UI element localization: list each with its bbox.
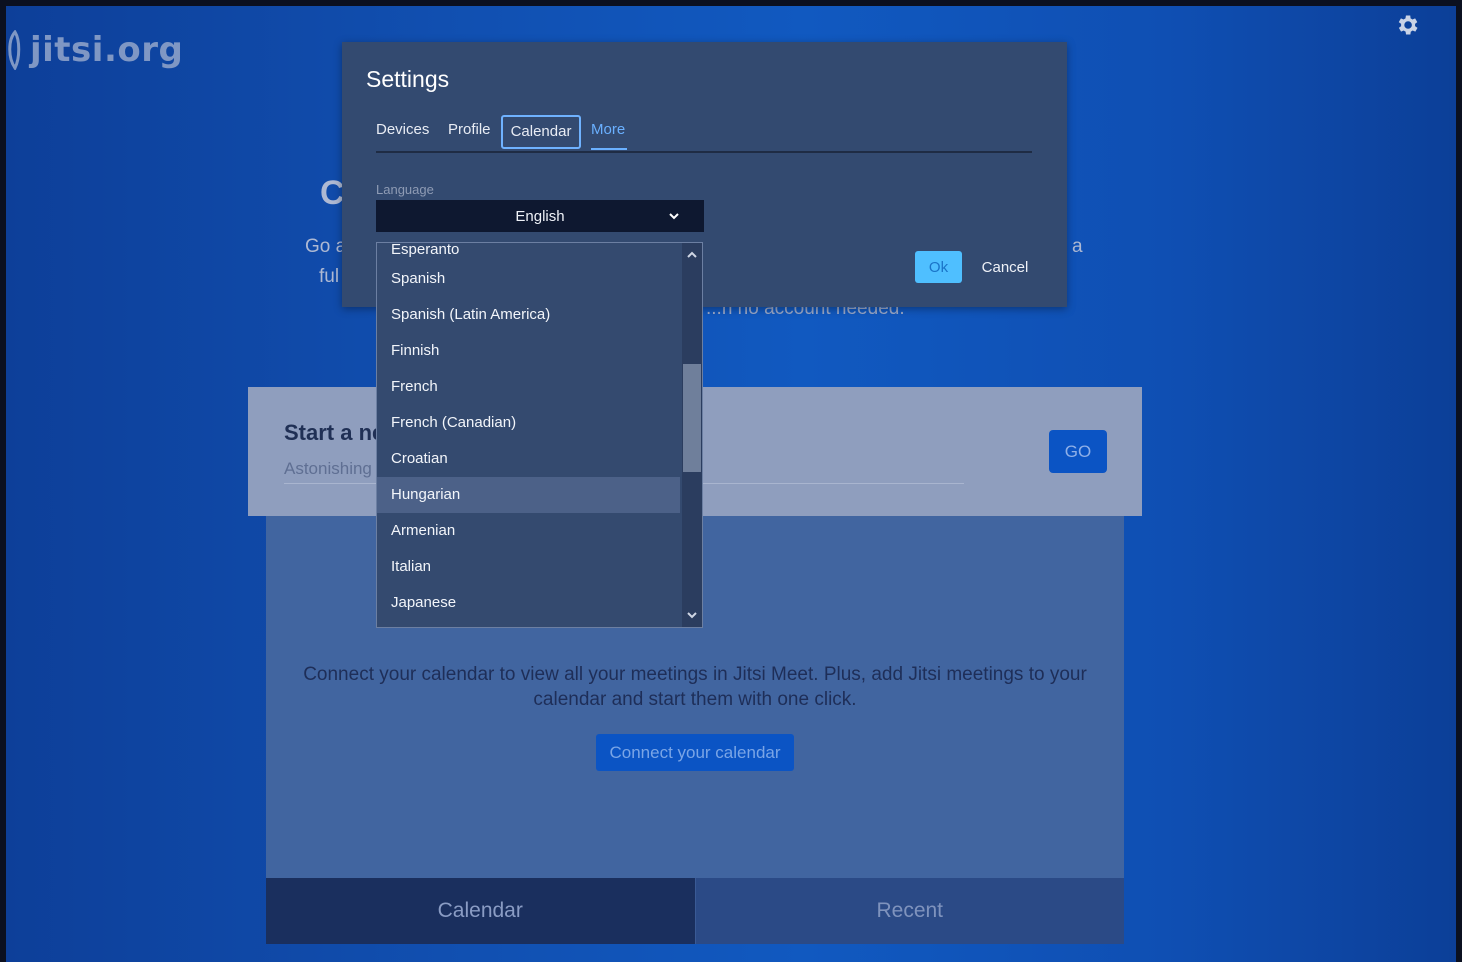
hero-subtitle-line1: Go a bbox=[305, 236, 347, 257]
settings-title: Settings bbox=[366, 66, 450, 92]
language-option-italian[interactable]: Italian bbox=[377, 549, 680, 585]
hero-title: C bbox=[320, 174, 345, 212]
jitsi-logo-icon bbox=[8, 30, 21, 70]
language-options: Esperanto Spanish Spanish (Latin America… bbox=[377, 243, 680, 621]
language-option-esperanto[interactable]: Esperanto bbox=[377, 243, 680, 261]
chevron-up-icon[interactable] bbox=[686, 249, 698, 261]
tab-settings-calendar[interactable]: Calendar bbox=[501, 115, 581, 149]
language-option-croatian[interactable]: Croatian bbox=[377, 441, 680, 477]
connect-calendar-button[interactable]: Connect your calendar bbox=[596, 734, 794, 771]
language-select-value: English bbox=[515, 207, 565, 225]
ok-button[interactable]: Ok bbox=[915, 251, 962, 283]
language-label: Language bbox=[376, 182, 434, 197]
language-option-spanish[interactable]: Spanish bbox=[377, 261, 680, 297]
app-window: jitsi.org C Go a ful a ...n no account n… bbox=[6, 6, 1456, 962]
dropdown-scrollbar[interactable] bbox=[682, 243, 702, 627]
tab-recent[interactable]: Recent bbox=[694, 878, 1124, 944]
logo-text: jitsi.org bbox=[30, 30, 184, 70]
calendar-description: Connect your calendar to view all your m… bbox=[303, 664, 1087, 710]
start-meeting-title: Start a ne bbox=[284, 420, 385, 445]
settings-tabs: Devices Profile Calendar More bbox=[376, 115, 1032, 153]
tab-profile[interactable]: Profile bbox=[448, 115, 496, 145]
language-option-french[interactable]: French bbox=[377, 369, 680, 405]
tab-devices[interactable]: Devices bbox=[376, 115, 436, 145]
language-select[interactable]: English bbox=[376, 200, 704, 232]
gear-icon[interactable] bbox=[1394, 12, 1420, 38]
bottom-tabs: Calendar Recent bbox=[266, 878, 1124, 944]
scrollbar-thumb[interactable] bbox=[683, 364, 701, 472]
language-option-french-canadian[interactable]: French (Canadian) bbox=[377, 405, 680, 441]
tab-more[interactable]: More bbox=[591, 115, 627, 150]
cancel-button[interactable]: Cancel bbox=[972, 251, 1038, 283]
language-option-japanese[interactable]: Japanese bbox=[377, 585, 680, 621]
go-button[interactable]: GO bbox=[1049, 430, 1107, 473]
language-dropdown-list[interactable]: Esperanto Spanish Spanish (Latin America… bbox=[376, 242, 703, 628]
hero-subtitle-line1-tail: a bbox=[1072, 236, 1083, 257]
language-option-spanish-latin-america[interactable]: Spanish (Latin America) bbox=[377, 297, 680, 333]
language-option-hungarian[interactable]: Hungarian bbox=[377, 477, 680, 513]
language-option-finnish[interactable]: Finnish bbox=[377, 333, 680, 369]
chevron-down-icon[interactable] bbox=[686, 609, 698, 621]
tab-calendar[interactable]: Calendar bbox=[266, 878, 695, 944]
jitsi-logo[interactable]: jitsi.org bbox=[6, 30, 183, 70]
chevron-down-icon bbox=[669, 213, 679, 220]
hero-subtitle-line2: ful bbox=[319, 266, 340, 287]
language-option-armenian[interactable]: Armenian bbox=[377, 513, 680, 549]
